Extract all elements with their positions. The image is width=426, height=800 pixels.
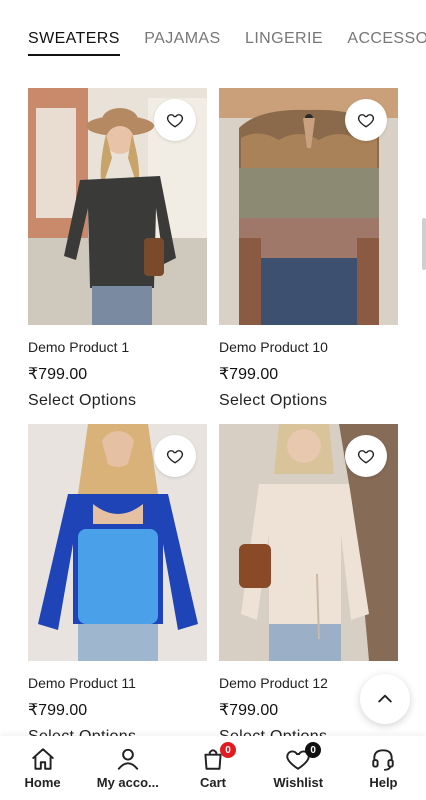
nav-help-label: Help [369, 775, 398, 790]
wishlist-count-badge: 0 [305, 742, 322, 758]
headset-icon [372, 749, 395, 771]
select-options-button[interactable]: Select Options [219, 392, 398, 410]
product-card[interactable]: Demo Product 1 ₹799.00 Select Options [28, 88, 207, 424]
product-image[interactable] [28, 424, 207, 661]
product-grid: Demo Product 1 ₹799.00 Select Options De… [28, 88, 398, 760]
tab-accessories[interactable]: ACCESSO [347, 30, 426, 54]
heart-icon [357, 114, 375, 128]
tab-pajamas[interactable]: PAJAMAS [144, 30, 220, 54]
product-price: ₹799.00 [219, 366, 279, 383]
product-image[interactable] [219, 88, 398, 325]
product-title[interactable]: Demo Product 1 [28, 339, 207, 355]
nav-wishlist[interactable]: 0 Wishlist [256, 736, 341, 800]
product-title[interactable]: Demo Product 11 [28, 675, 207, 691]
nav-home-label: Home [24, 775, 61, 790]
product-card[interactable]: Demo Product 11 ₹799.00 Select Options [28, 424, 207, 760]
tab-sweaters[interactable]: SWEATERS [28, 30, 120, 56]
nav-account[interactable]: My acco... [85, 736, 170, 800]
nav-wishlist-label: Wishlist [273, 775, 324, 790]
back-to-top-button[interactable] [360, 674, 410, 724]
scrollbar[interactable] [422, 218, 426, 270]
tab-lingerie[interactable]: LINGERIE [245, 30, 323, 54]
cart-count-badge: 0 [220, 742, 236, 758]
product-image[interactable] [28, 88, 207, 325]
heart-icon [166, 450, 184, 464]
wishlist-button[interactable] [345, 435, 387, 477]
select-options-button[interactable]: Select Options [28, 392, 207, 410]
user-icon [117, 748, 138, 770]
wishlist-button[interactable] [154, 99, 196, 141]
heart-icon [166, 114, 184, 128]
nav-home[interactable]: Home [0, 736, 85, 800]
product-price: ₹799.00 [28, 366, 88, 383]
product-card[interactable]: Demo Product 10 ₹799.00 Select Options [219, 88, 398, 424]
bottom-navigation: Home My acco... 0 Cart 0 Wishlist Help [0, 736, 426, 800]
nav-cart-label: Cart [200, 775, 227, 790]
product-price: ₹799.00 [28, 702, 88, 719]
heart-icon [357, 450, 375, 464]
nav-account-label: My acco... [96, 775, 159, 790]
product-title[interactable]: Demo Product 10 [219, 339, 398, 355]
chevron-up-icon [378, 694, 392, 703]
wishlist-button[interactable] [345, 99, 387, 141]
product-image[interactable] [219, 424, 398, 661]
category-tabs: SWEATERS PAJAMAS LINGERIE ACCESSO [28, 30, 426, 64]
nav-help[interactable]: Help [341, 736, 426, 800]
home-icon [31, 748, 54, 770]
wishlist-button[interactable] [154, 435, 196, 477]
nav-cart[interactable]: 0 Cart [170, 736, 255, 800]
